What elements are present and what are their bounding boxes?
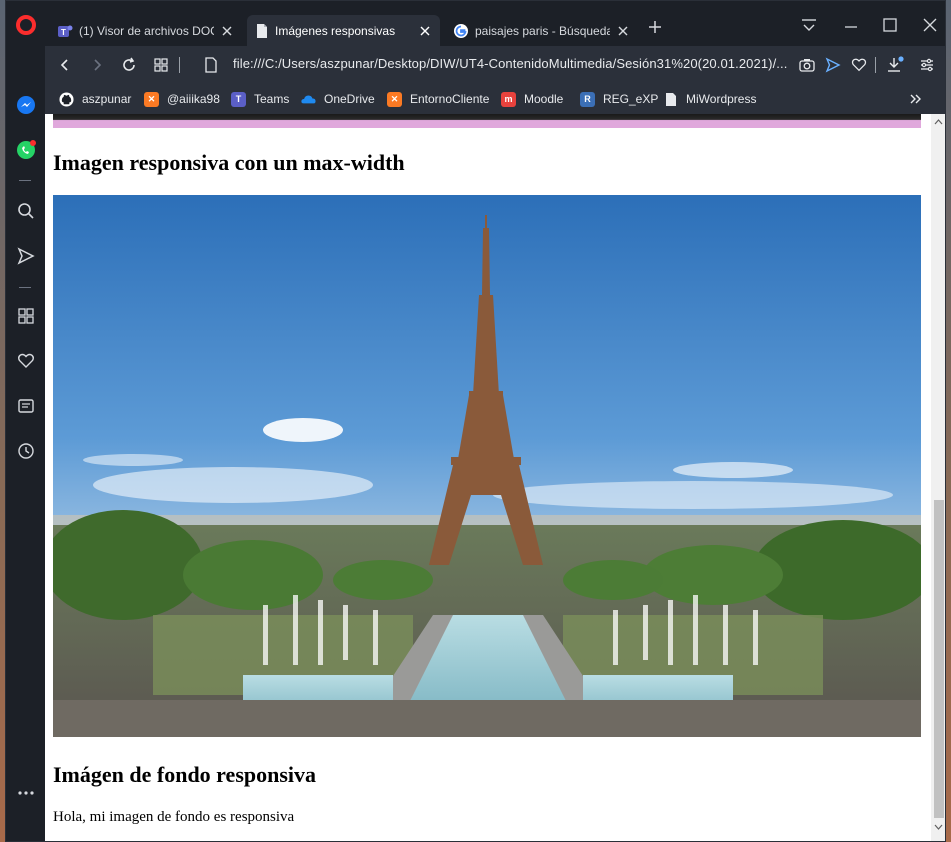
sidebar-divider xyxy=(19,287,31,288)
back-icon[interactable] xyxy=(55,55,75,75)
bookmark-moodle[interactable]: m Moodle xyxy=(501,90,563,108)
page-icon xyxy=(257,23,267,38)
tab-responsive-images[interactable]: Imágenes responsivas xyxy=(247,15,440,46)
send-icon[interactable] xyxy=(14,244,38,268)
close-icon[interactable] xyxy=(220,24,234,38)
bookmarks-overflow-icon[interactable] xyxy=(909,90,923,108)
tab-docx-viewer[interactable]: T (1) Visor de archivos DOCX xyxy=(49,15,242,46)
scroll-up-icon[interactable] xyxy=(934,119,943,125)
sidebar-divider xyxy=(19,180,31,181)
bookmark-onedrive[interactable]: OneDrive xyxy=(301,90,375,108)
toolbar-divider xyxy=(177,55,181,75)
regexp-icon: R xyxy=(580,91,595,107)
new-tab-icon[interactable] xyxy=(647,19,663,35)
minimize-icon[interactable] xyxy=(841,15,861,35)
heading-background: Imágen de fondo responsiva xyxy=(53,762,317,787)
download-icon[interactable] xyxy=(885,55,905,75)
browser-window: T (1) Visor de archivos DOCX Imágenes re… xyxy=(5,0,946,842)
speed-dial-icon[interactable] xyxy=(151,55,171,75)
page-icon xyxy=(201,55,221,75)
github-icon xyxy=(59,91,74,107)
bookmark-label: MiWordpress xyxy=(686,92,757,106)
bookmark-label: EntornoCliente xyxy=(410,92,490,106)
bookmark-teams[interactable]: T Teams xyxy=(231,90,289,108)
teams-icon: T xyxy=(231,91,246,107)
page-viewport: Imagen responsiva con un max-width Imáge… xyxy=(45,114,931,841)
onedrive-icon xyxy=(301,92,316,107)
tab-label: Imágenes responsivas xyxy=(275,23,396,38)
bookmark-aszpunar[interactable]: aszpunar xyxy=(59,90,131,108)
bookmark-aiiika98[interactable]: ✕ @aiiika98 xyxy=(144,90,220,108)
history-icon[interactable] xyxy=(14,439,38,463)
opera-logo-icon[interactable] xyxy=(14,13,38,37)
maximize-icon[interactable] xyxy=(880,15,900,35)
close-icon[interactable] xyxy=(616,24,630,38)
close-icon[interactable] xyxy=(418,24,432,38)
forward-icon[interactable] xyxy=(87,55,107,75)
camera-icon[interactable] xyxy=(797,55,817,75)
svg-text:T: T xyxy=(61,28,66,37)
bookmark-entornocliente[interactable]: ✕ EntornoCliente xyxy=(387,90,489,108)
bookmark-regexp[interactable]: R REG_eXP xyxy=(580,90,658,108)
page-icon xyxy=(663,92,678,107)
heading-max-width: Imagen responsiva con un max-width xyxy=(53,150,405,175)
moodle-icon: m xyxy=(501,91,516,107)
google-icon xyxy=(454,23,468,38)
window-close-icon[interactable] xyxy=(920,15,940,35)
bookmarks-bar: aszpunar ✕ @aiiika98 T Teams OneDrive ✕ … xyxy=(45,84,945,114)
news-icon[interactable] xyxy=(14,394,38,418)
background-paragraph: Hola, mi imagen de fondo es responsiva xyxy=(53,809,295,825)
speed-dial-icon[interactable] xyxy=(14,304,38,328)
bookmark-label: aszpunar xyxy=(82,92,132,106)
bookmark-label: Moodle xyxy=(524,92,564,106)
xampp-icon: ✕ xyxy=(144,91,159,107)
tab-bar: T (1) Visor de archivos DOCX Imágenes re… xyxy=(45,1,945,46)
address-bar: file:///C:/Users/aszpunar/Desktop/DIW/UT… xyxy=(45,46,945,84)
heart-icon[interactable] xyxy=(14,349,38,373)
tab-label: (1) Visor de archivos DOCX xyxy=(79,23,214,38)
bookmark-label: OneDrive xyxy=(324,92,375,106)
tab-menu-icon[interactable] xyxy=(799,15,819,35)
tab-google-search[interactable]: paisajes paris - Búsqueda de Google xyxy=(445,15,638,46)
messenger-icon[interactable] xyxy=(14,93,38,117)
xampp-icon: ✕ xyxy=(387,91,402,107)
sidebar xyxy=(6,1,45,841)
toolbar-divider xyxy=(873,55,877,75)
teams-icon: T xyxy=(58,25,73,37)
eiffel-tower-image xyxy=(53,195,921,737)
bookmark-label: @aiiika98 xyxy=(167,92,220,106)
previous-image-bottom xyxy=(53,114,921,128)
scroll-down-icon[interactable] xyxy=(934,824,943,830)
bookmark-label: Teams xyxy=(254,92,290,106)
tab-label: paisajes paris - Búsqueda de Google xyxy=(475,23,610,38)
heart-icon[interactable] xyxy=(849,55,869,75)
url-field[interactable]: file:///C:/Users/aszpunar/Desktop/DIW/UT… xyxy=(233,56,793,71)
search-icon[interactable] xyxy=(14,199,38,223)
whatsapp-icon[interactable] xyxy=(14,138,38,162)
vertical-scrollbar[interactable] xyxy=(931,114,945,841)
more-icon[interactable] xyxy=(14,781,38,805)
bookmark-label: REG_eXP xyxy=(603,92,659,106)
scrollbar-thumb[interactable] xyxy=(934,500,944,818)
send-icon[interactable] xyxy=(823,55,843,75)
settings-sliders-icon[interactable] xyxy=(917,55,937,75)
bookmark-miwordpress[interactable]: MiWordpress xyxy=(663,90,756,108)
reload-icon[interactable] xyxy=(119,55,139,75)
